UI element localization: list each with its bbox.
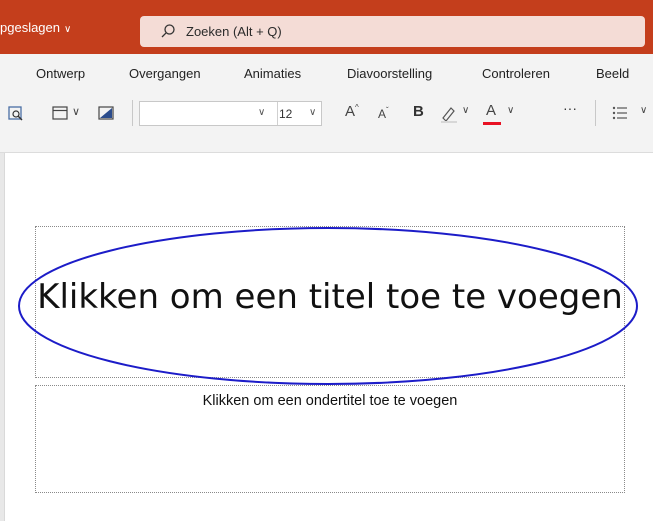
search-placeholder: Zoeken (Alt + Q) [186, 24, 282, 39]
highlight-icon[interactable] [439, 104, 459, 124]
toolbar-separator [595, 100, 596, 126]
shrink-font-button[interactable]: Aˇ [378, 106, 389, 121]
ribbon-toolbar: ∨ ∨ 12 ∨ A^ Aˇ B ∨ A ∨ ··· ∨ [0, 92, 653, 136]
title-bar: pgeslagen ∨ Zoeken (Alt + Q) [0, 0, 653, 54]
grow-font-button[interactable]: A^ [345, 103, 359, 120]
bold-button[interactable]: B [413, 103, 424, 120]
tab-animaties[interactable]: Animaties [244, 66, 301, 81]
subtitle-placeholder-text: Klikken om een ondertitel toe te voegen [202, 393, 458, 409]
chevron-down-icon[interactable]: ∨ [640, 105, 647, 116]
layout-icon[interactable] [52, 106, 68, 120]
tab-diavoorstelling[interactable]: Diavoorstelling [347, 66, 432, 81]
section-icon[interactable] [98, 106, 114, 120]
chevron-down-icon[interactable]: ∨ [462, 105, 469, 116]
chevron-down-icon[interactable]: ∨ [507, 105, 514, 116]
ribbon-bottom-edge [0, 136, 653, 153]
slide-pane-edge [0, 153, 5, 521]
saved-status-menu[interactable]: pgeslagen ∨ [0, 20, 71, 35]
reuse-slides-icon[interactable] [8, 106, 24, 122]
tab-overgangen[interactable]: Overgangen [129, 66, 201, 81]
font-size-input[interactable]: 12 [279, 107, 292, 121]
chevron-down-icon[interactable]: ∨ [72, 105, 80, 118]
font-box-divider [277, 102, 278, 125]
shrink-font-label: A [378, 107, 387, 121]
tab-beeld[interactable]: Beeld [596, 66, 629, 81]
font-color-button[interactable]: A [486, 102, 496, 119]
toolbar-separator [132, 100, 133, 126]
font-name-input[interactable] [140, 102, 276, 125]
saved-status-label: pgeslagen [0, 20, 60, 35]
title-placeholder-text: Klikken om een titel toe te voegen [37, 277, 623, 317]
chevron-down-icon[interactable]: ∨ [258, 107, 265, 118]
font-color-label: A [486, 102, 497, 119]
search-box[interactable]: Zoeken (Alt + Q) [140, 16, 645, 47]
tab-controleren[interactable]: Controleren [482, 66, 550, 81]
chevron-down-icon[interactable]: ∨ [309, 107, 316, 118]
grow-font-label: A [345, 103, 356, 120]
bullets-icon[interactable] [612, 106, 628, 120]
search-icon [161, 24, 175, 38]
more-options-button[interactable]: ··· [563, 100, 577, 116]
font-selector: ∨ 12 ∨ [139, 101, 322, 126]
font-color-swatch [483, 122, 501, 125]
chevron-down-icon: ∨ [64, 24, 72, 35]
tab-ontwerp[interactable]: Ontwerp [36, 66, 85, 81]
ribbon-tabs: Ontwerp Overgangen Animaties Diavoorstel… [0, 54, 653, 92]
